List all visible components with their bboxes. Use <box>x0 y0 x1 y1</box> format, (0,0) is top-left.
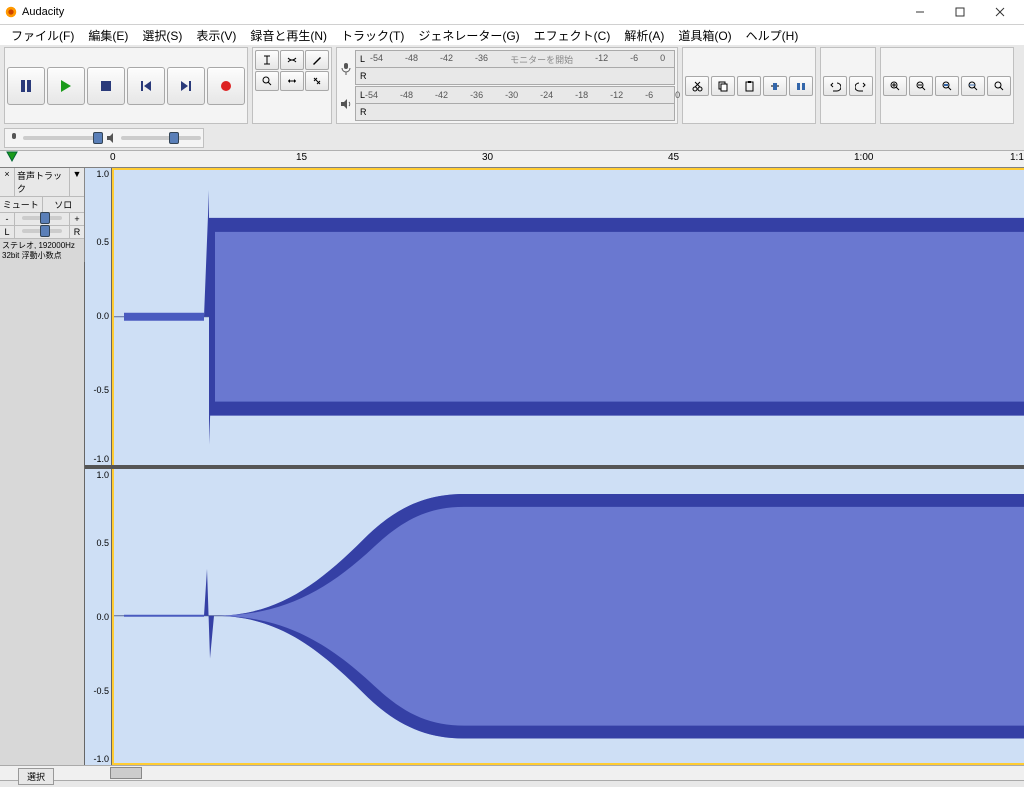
menu-tracks[interactable]: トラック(T) <box>334 27 411 44</box>
fit-selection-button[interactable] <box>935 76 959 96</box>
zoom-tool[interactable] <box>255 71 279 91</box>
silence-button[interactable] <box>789 76 813 96</box>
menu-help[interactable]: ヘルプ(H) <box>739 27 806 44</box>
track-info-2: 32bit 浮動小数点 <box>2 251 82 261</box>
selection-toolbar: プロジェクトのサンプリング周波数 (Hz) 192000 スナップモード オフ … <box>0 780 1024 787</box>
menu-view[interactable]: 表示(V) <box>189 27 243 44</box>
selection-tool[interactable] <box>255 50 279 70</box>
play-head-icon <box>6 151 18 166</box>
maximize-button[interactable] <box>940 1 980 23</box>
menu-analyze[interactable]: 解析(A) <box>617 27 671 44</box>
menu-generate[interactable]: ジェネレーター(G) <box>411 27 526 44</box>
play-button[interactable] <box>47 67 85 105</box>
menu-file[interactable]: ファイル(F) <box>4 27 81 44</box>
paste-button[interactable] <box>737 76 761 96</box>
record-meter[interactable]: L -54-48-42-36モニターを開始-12-60 <box>355 50 675 68</box>
gain-slider[interactable] <box>15 213 70 225</box>
playback-meter-r[interactable]: R <box>355 104 675 121</box>
menu-edit[interactable]: 編集(E) <box>81 27 135 44</box>
trim-button[interactable] <box>763 76 787 96</box>
transport-toolbar <box>4 47 248 124</box>
zoom-in-button[interactable] <box>883 76 907 96</box>
cut-button[interactable] <box>685 76 709 96</box>
close-button[interactable] <box>980 1 1020 23</box>
undo-button[interactable] <box>823 76 847 96</box>
minimize-button[interactable] <box>900 1 940 23</box>
speaker-icon <box>339 97 353 111</box>
app-icon <box>4 5 18 19</box>
draw-tool[interactable] <box>305 50 329 70</box>
track-info-1: ステレオ, 192000Hz <box>2 241 82 251</box>
record-button[interactable] <box>207 67 245 105</box>
zoom-toggle-button[interactable] <box>987 76 1011 96</box>
meter-r-label: R <box>360 71 370 81</box>
horizontal-scrollbar[interactable] <box>0 765 1024 780</box>
track-close-button[interactable]: × <box>0 168 15 196</box>
track-area: ×音声トラック▼ ミュートソロ -+ LR ステレオ, 192000Hz32bi… <box>0 168 1024 765</box>
multi-tool[interactable] <box>305 71 329 91</box>
playback-volume-slider[interactable] <box>121 136 201 140</box>
mic-icon <box>339 61 353 75</box>
redo-button[interactable] <box>849 76 873 96</box>
waveform-channel-left[interactable]: 1.00.50.0-0.5-1.0 <box>85 168 1024 465</box>
track-control-panel: ×音声トラック▼ ミュートソロ -+ LR ステレオ, 192000Hz32bi… <box>0 168 85 765</box>
zoom-toolbar <box>880 47 1014 124</box>
undo-toolbar <box>820 47 876 124</box>
pause-button[interactable] <box>7 67 45 105</box>
zoom-out-button[interactable] <box>909 76 933 96</box>
window-title: Audacity <box>22 6 900 18</box>
menubar: ファイル(F) 編集(E) 選択(S) 表示(V) 録音と再生(N) トラック(… <box>0 25 1024 45</box>
fit-project-button[interactable] <box>961 76 985 96</box>
timeshift-tool[interactable] <box>280 71 304 91</box>
playback-meter[interactable]: L -54-48-42-36-30-24-18-12-60 <box>355 86 675 104</box>
track-menu-button[interactable]: ▼ <box>70 168 84 196</box>
toolbar-dock: L -54-48-42-36モニターを開始-12-60 R L -54-48-4… <box>0 45 1024 151</box>
meter-l-label: L <box>360 54 370 64</box>
mic-icon <box>7 131 21 145</box>
titlebar: Audacity <box>0 0 1024 25</box>
meter-toolbar: L -54-48-42-36モニターを開始-12-60 R L -54-48-4… <box>336 47 678 124</box>
timeline-ruler[interactable]: 01530451:001:15 <box>0 151 1024 168</box>
envelope-tool[interactable] <box>280 50 304 70</box>
speaker-icon <box>105 131 119 145</box>
stop-button[interactable] <box>87 67 125 105</box>
solo-button[interactable]: ソロ <box>43 197 85 212</box>
menu-transport[interactable]: 録音と再生(N) <box>243 27 334 44</box>
edit-toolbar <box>682 47 816 124</box>
track-name[interactable]: 音声トラック <box>15 168 70 196</box>
waveform-channel-right[interactable]: 1.00.50.0-0.5-1.0 <box>85 469 1024 766</box>
record-volume-slider[interactable] <box>23 136 103 140</box>
menu-effect[interactable]: エフェクト(C) <box>527 27 618 44</box>
menu-select[interactable]: 選択(S) <box>135 27 189 44</box>
record-meter-r[interactable]: R <box>355 68 675 85</box>
tools-toolbar <box>252 47 332 124</box>
track-select-button[interactable]: 選択 <box>18 768 54 785</box>
skip-start-button[interactable] <box>127 67 165 105</box>
mute-button[interactable]: ミュート <box>0 197 43 212</box>
copy-button[interactable] <box>711 76 735 96</box>
mixer-toolbar <box>4 128 204 148</box>
skip-end-button[interactable] <box>167 67 205 105</box>
pan-slider[interactable] <box>15 226 70 238</box>
menu-tools[interactable]: 道具箱(O) <box>671 27 738 44</box>
